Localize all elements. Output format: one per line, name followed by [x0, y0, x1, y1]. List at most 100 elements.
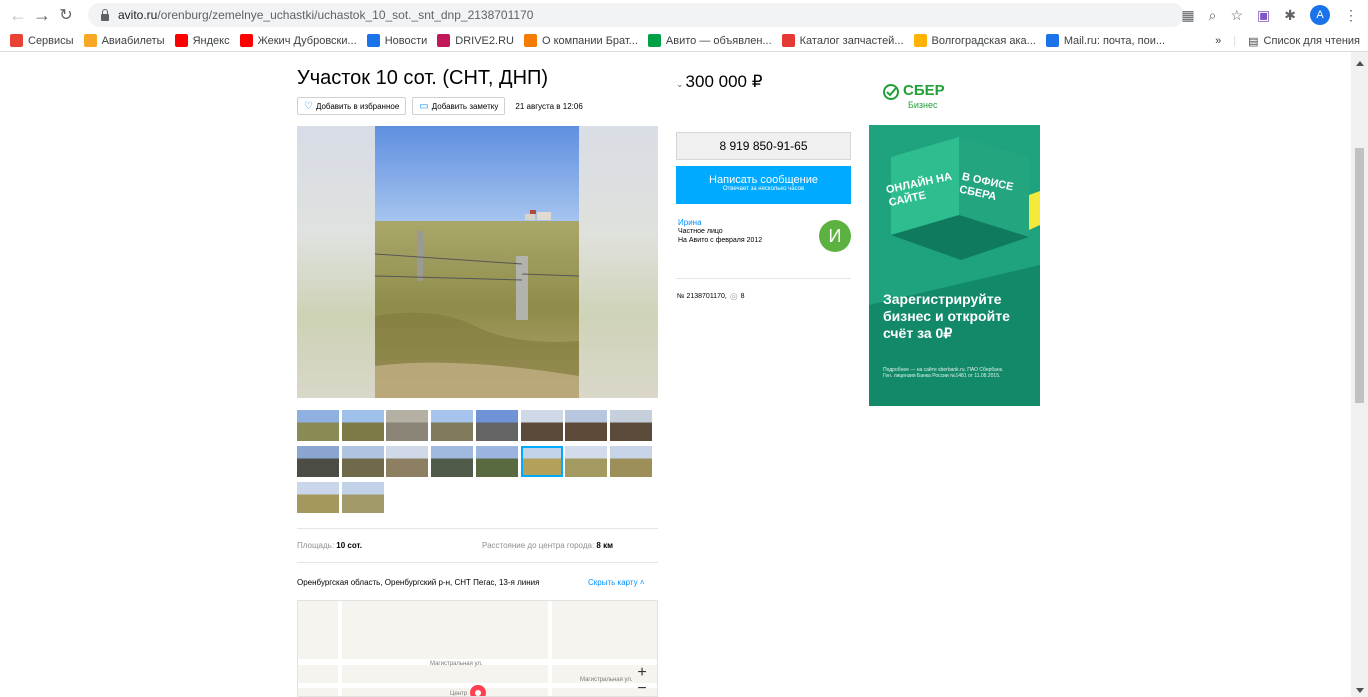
- seller-type: Частное лицо: [678, 228, 723, 235]
- map-road: [548, 601, 552, 696]
- photo-thumbnail[interactable]: [609, 410, 652, 441]
- bookmark-item[interactable]: Каталог запчастей...: [781, 34, 904, 47]
- browser-toolbar: ← → ↻ avito.ru/orenburg/zemelnye_uchastk…: [0, 0, 1368, 30]
- bookmark-favicon-icon: [913, 34, 927, 47]
- map-zoom-controls: + −: [633, 665, 651, 697]
- ad-fineprint: Подробнее — на сайте sberbank.ru. ПАО Сб…: [883, 367, 1004, 379]
- bookmark-item[interactable]: Новости: [366, 34, 427, 47]
- zoom-in-button[interactable]: +: [633, 665, 651, 681]
- map[interactable]: Магистральная ул. Магистральная ул. Цент…: [297, 600, 658, 697]
- qr-code-icon[interactable]: ▦: [1181, 7, 1194, 24]
- add-note-button[interactable]: ▭ Добавить заметку: [412, 97, 506, 115]
- ad-brand: СБЕР: [903, 82, 945, 99]
- bookmark-item[interactable]: Mail.ru: почта, пои...: [1045, 34, 1165, 47]
- area-label: Площадь:: [297, 541, 335, 550]
- price-value: 300 000 ₽: [685, 72, 763, 91]
- address-bar[interactable]: avito.ru/orenburg/zemelnye_uchastki/ucha…: [88, 3, 1184, 27]
- zoom-icon[interactable]: ⌕: [1209, 7, 1217, 24]
- bookmark-item[interactable]: Авито — объявлен...: [647, 34, 772, 47]
- item-id: № 2138701170,: [677, 293, 727, 300]
- divider: [676, 278, 851, 279]
- puzzle-icon[interactable]: ✱: [1284, 7, 1296, 24]
- photo-thumbnail[interactable]: [565, 410, 608, 441]
- bookmark-item[interactable]: DRIVE2.RU: [437, 34, 514, 47]
- write-message-button[interactable]: Написать сообщение Отвечает за несколько…: [676, 166, 851, 204]
- photo-thumbnail[interactable]: [297, 446, 339, 477]
- scroll-down-arrow-icon[interactable]: [1356, 688, 1364, 693]
- map-pin-icon[interactable]: [470, 685, 486, 697]
- photo-thumbnail[interactable]: [431, 446, 474, 477]
- extension-icon[interactable]: ▣: [1257, 7, 1270, 24]
- bookmark-label: DRIVE2.RU: [455, 34, 514, 47]
- vertical-scrollbar[interactable]: [1351, 52, 1368, 697]
- photo-thumbnail[interactable]: [475, 410, 518, 441]
- reading-list-icon: ▤: [1248, 35, 1259, 48]
- bookmark-label: Сервисы: [28, 34, 74, 47]
- toolbar-actions: ▦ ⌕ ☆ ▣ ✱ A ⋮: [1181, 3, 1368, 27]
- forward-arrow-icon[interactable]: →: [30, 3, 54, 27]
- bookmark-star-icon[interactable]: ☆: [1230, 7, 1243, 24]
- page-title: Участок 10 сот. (СНТ, ДНП): [297, 67, 549, 89]
- heart-icon: ♡: [304, 100, 313, 112]
- bookmark-item[interactable]: Сервисы: [10, 34, 74, 47]
- bookmark-favicon-icon: [781, 34, 795, 47]
- photo-thumbnail[interactable]: [520, 410, 563, 441]
- map-street-label: Центр: [450, 691, 468, 697]
- reload-icon[interactable]: ↻: [54, 3, 78, 27]
- url-host: avito.ru: [118, 8, 158, 22]
- bookmark-item[interactable]: Жекич Дубровски...: [239, 34, 357, 47]
- write-message-label: Написать сообщение: [709, 174, 818, 186]
- add-favorite-button[interactable]: ♡ Добавить в избранное: [297, 97, 407, 115]
- bookmark-label: Авито — объявлен...: [665, 34, 772, 47]
- photo-thumbnail[interactable]: [475, 446, 518, 477]
- distance-label: Расстояние до центра города:: [482, 541, 595, 550]
- photo-thumbnail[interactable]: [386, 410, 429, 441]
- photo-thumbnail[interactable]: [565, 446, 608, 477]
- eye-icon: ◎: [729, 291, 738, 301]
- photo-thumbnail[interactable]: [386, 446, 429, 477]
- sber-ad-banner[interactable]: СБЕР Бизнес ОНЛАЙН НА САЙТЕ В ОФИСЕ СБЕР…: [869, 65, 1040, 406]
- bookmark-item[interactable]: Волгоградская ака...: [913, 34, 1036, 47]
- bookmark-favicon-icon: [647, 34, 661, 47]
- photo-gallery[interactable]: [297, 126, 658, 398]
- page-content: Участок 10 сот. (СНТ, ДНП) ♡ Добавить в и…: [0, 52, 1351, 697]
- main-photo[interactable]: [375, 126, 579, 398]
- ad-headline: Зарегистрируйте бизнес и откройте счёт з…: [883, 291, 1010, 341]
- seller-name-link[interactable]: Ирина: [678, 218, 762, 227]
- reading-list[interactable]: ▤ Список для чтения: [1248, 35, 1360, 48]
- photo-thumbnail[interactable]: [431, 410, 474, 441]
- profile-avatar[interactable]: A: [1310, 5, 1330, 25]
- zoom-out-button[interactable]: −: [633, 681, 651, 697]
- back-arrow-icon[interactable]: ←: [6, 3, 30, 27]
- photo-thumbnail[interactable]: [341, 482, 384, 513]
- area-param: Площадь: 10 сот.: [297, 541, 362, 550]
- photo-thumbnail[interactable]: [341, 446, 384, 477]
- bookmark-label: Волгоградская ака...: [931, 34, 1036, 47]
- bookmark-item[interactable]: Яндекс: [174, 34, 230, 47]
- scroll-thumb[interactable]: [1355, 148, 1364, 403]
- area-value: 10 сот.: [336, 541, 362, 550]
- bookmark-favicon-icon: [1045, 34, 1059, 47]
- photo-thumbnail[interactable]: [609, 446, 652, 477]
- ad-brand-sub: Бизнес: [908, 100, 938, 110]
- photo-thumbnail[interactable]: [297, 482, 339, 513]
- bookmark-item[interactable]: О компании Брат...: [523, 34, 638, 47]
- bookmark-label: О компании Брат...: [541, 34, 638, 47]
- bookmark-label: Яндекс: [192, 34, 230, 47]
- bookmarks-more[interactable]: »: [1215, 35, 1221, 47]
- scroll-up-arrow-icon[interactable]: [1356, 61, 1364, 66]
- photo-thumbnail[interactable]: [520, 446, 563, 477]
- divider: [297, 562, 658, 563]
- bookmarks-bar: Сервисы Авиабилеты Яндекс Жекич Дубровски..…: [0, 30, 1368, 52]
- photo-thumbnail[interactable]: [341, 410, 384, 441]
- seller-avatar[interactable]: И: [819, 220, 851, 252]
- photo-thumbnail[interactable]: [297, 410, 339, 441]
- price-chevron-icon[interactable]: ⌄: [676, 79, 684, 89]
- hide-map-link[interactable]: Скрыть карту ˄: [588, 578, 645, 587]
- bookmark-favicon-icon: [239, 34, 253, 47]
- show-phone-button[interactable]: 8 919 850-91-65: [676, 132, 851, 160]
- bookmark-favicon-icon: [366, 34, 380, 47]
- bookmark-item[interactable]: Авиабилеты: [83, 34, 165, 47]
- kebab-menu-icon[interactable]: ⋮: [1344, 7, 1358, 24]
- chevron-up-icon: ˄: [637, 578, 645, 587]
